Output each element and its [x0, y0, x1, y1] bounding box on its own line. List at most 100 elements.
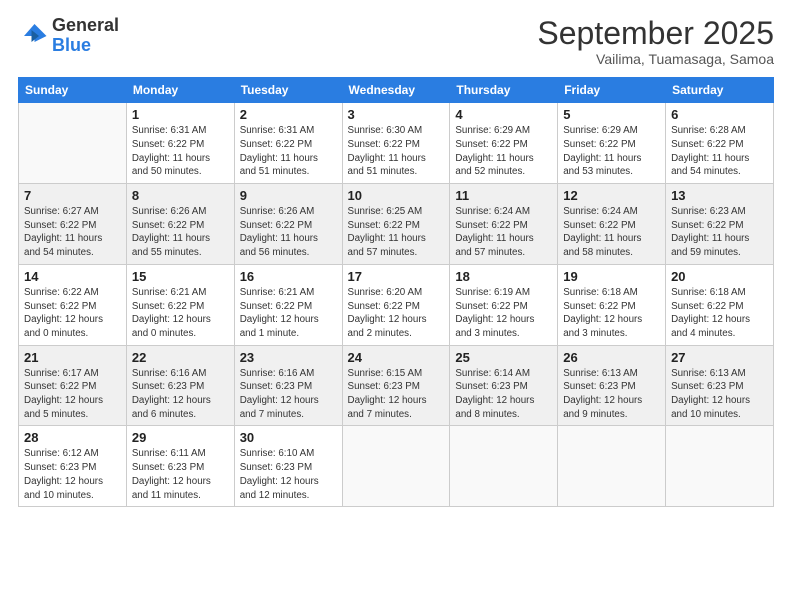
day-info-line: Sunrise: 6:23 AM [671, 206, 746, 217]
day-info-line: Sunrise: 6:17 AM [24, 368, 99, 379]
table-row: 22Sunrise: 6:16 AMSunset: 6:23 PMDayligh… [126, 345, 234, 426]
day-info-line: Daylight: 12 hours [240, 476, 319, 487]
day-info-line: Daylight: 11 hours [132, 233, 210, 244]
day-info-line: and 7 minutes. [348, 409, 412, 420]
day-info-line: Sunrise: 6:31 AM [132, 125, 207, 136]
day-number: 12 [563, 188, 660, 203]
day-info-line: Sunset: 6:23 PM [671, 381, 743, 392]
day-info-line: Sunrise: 6:24 AM [563, 206, 638, 217]
day-info-line: and 57 minutes. [348, 247, 418, 258]
calendar-table: Sunday Monday Tuesday Wednesday Thursday… [18, 77, 774, 507]
day-info-line: Sunrise: 6:13 AM [563, 368, 638, 379]
day-info: Sunrise: 6:16 AMSunset: 6:23 PMDaylight:… [132, 367, 229, 422]
table-row: 6Sunrise: 6:28 AMSunset: 6:22 PMDaylight… [666, 103, 774, 184]
day-info-line: Sunset: 6:22 PM [671, 301, 743, 312]
day-info-line: Sunset: 6:23 PM [240, 462, 312, 473]
day-info-line: Daylight: 12 hours [455, 314, 534, 325]
day-info-line: and 8 minutes. [455, 409, 519, 420]
day-info: Sunrise: 6:18 AMSunset: 6:22 PMDaylight:… [671, 286, 768, 341]
day-info: Sunrise: 6:20 AMSunset: 6:22 PMDaylight:… [348, 286, 445, 341]
table-row: 13Sunrise: 6:23 AMSunset: 6:22 PMDayligh… [666, 184, 774, 265]
day-info: Sunrise: 6:29 AMSunset: 6:22 PMDaylight:… [563, 124, 660, 179]
day-info-line: and 3 minutes. [455, 328, 519, 339]
day-info-line: and 0 minutes. [132, 328, 196, 339]
table-row: 2Sunrise: 6:31 AMSunset: 6:22 PMDaylight… [234, 103, 342, 184]
day-info: Sunrise: 6:24 AMSunset: 6:22 PMDaylight:… [563, 205, 660, 260]
day-number: 24 [348, 350, 445, 365]
day-info-line: Daylight: 12 hours [671, 395, 750, 406]
day-info-line: Daylight: 12 hours [348, 314, 427, 325]
table-row: 26Sunrise: 6:13 AMSunset: 6:23 PMDayligh… [558, 345, 666, 426]
day-info: Sunrise: 6:21 AMSunset: 6:22 PMDaylight:… [132, 286, 229, 341]
day-info-line: Daylight: 11 hours [455, 233, 533, 244]
day-info: Sunrise: 6:17 AMSunset: 6:22 PMDaylight:… [24, 367, 121, 422]
day-info: Sunrise: 6:28 AMSunset: 6:22 PMDaylight:… [671, 124, 768, 179]
day-number: 16 [240, 269, 337, 284]
day-info-line: and 2 minutes. [348, 328, 412, 339]
table-row: 14Sunrise: 6:22 AMSunset: 6:22 PMDayligh… [19, 264, 127, 345]
day-info-line: Sunset: 6:23 PM [348, 381, 420, 392]
day-info-line: Sunrise: 6:28 AM [671, 125, 746, 136]
day-info-line: and 5 minutes. [24, 409, 88, 420]
day-info: Sunrise: 6:31 AMSunset: 6:22 PMDaylight:… [132, 124, 229, 179]
day-info-line: and 0 minutes. [24, 328, 88, 339]
day-info-line: Sunrise: 6:24 AM [455, 206, 530, 217]
day-number: 29 [132, 430, 229, 445]
day-info-line: and 59 minutes. [671, 247, 741, 258]
day-info-line: Sunrise: 6:22 AM [24, 287, 99, 298]
header-wednesday: Wednesday [342, 78, 450, 103]
day-info-line: Daylight: 12 hours [563, 314, 642, 325]
day-info-line: Sunrise: 6:29 AM [455, 125, 530, 136]
table-row: 7Sunrise: 6:27 AMSunset: 6:22 PMDaylight… [19, 184, 127, 265]
day-number: 1 [132, 107, 229, 122]
day-number: 21 [24, 350, 121, 365]
day-info-line: Daylight: 12 hours [563, 395, 642, 406]
day-info: Sunrise: 6:10 AMSunset: 6:23 PMDaylight:… [240, 447, 337, 502]
day-info-line: Daylight: 11 hours [563, 153, 641, 164]
day-number: 17 [348, 269, 445, 284]
logo-text: General Blue [52, 16, 119, 56]
table-row: 24Sunrise: 6:15 AMSunset: 6:23 PMDayligh… [342, 345, 450, 426]
day-info-line: Sunset: 6:22 PM [24, 301, 96, 312]
day-info-line: Sunset: 6:22 PM [240, 139, 312, 150]
header-tuesday: Tuesday [234, 78, 342, 103]
day-info-line: Daylight: 11 hours [348, 153, 426, 164]
day-number: 27 [671, 350, 768, 365]
day-info-line: Sunset: 6:23 PM [132, 462, 204, 473]
day-number: 14 [24, 269, 121, 284]
day-info-line: Sunrise: 6:29 AM [563, 125, 638, 136]
day-info-line: Sunrise: 6:30 AM [348, 125, 423, 136]
day-info-line: Daylight: 12 hours [348, 395, 427, 406]
table-row: 12 Sunrise: 6:24 AMSunset: 6:22 PMDayligh… [558, 184, 666, 265]
day-info-line: Sunrise: 6:26 AM [132, 206, 207, 217]
table-row: 17 Sunrise: 6:20 AMSunset: 6:22 PMDayligh… [342, 264, 450, 345]
day-info-line: Sunrise: 6:16 AM [132, 368, 207, 379]
logo-blue: Blue [52, 36, 119, 56]
day-info-line: Sunset: 6:22 PM [240, 301, 312, 312]
day-info: Sunrise: 6:29 AMSunset: 6:22 PMDaylight:… [455, 124, 552, 179]
day-info-line: Sunset: 6:22 PM [671, 139, 743, 150]
day-number: 11 [455, 188, 552, 203]
day-info-line: Daylight: 11 hours [240, 233, 318, 244]
table-row [558, 426, 666, 507]
table-row [19, 103, 127, 184]
day-info-line: and 51 minutes. [240, 166, 310, 177]
day-info-line: Daylight: 11 hours [455, 153, 533, 164]
day-info-line: Sunrise: 6:12 AM [24, 448, 99, 459]
day-info-line: and 57 minutes. [455, 247, 525, 258]
table-row: 9Sunrise: 6:26 AMSunset: 6:22 PMDaylight… [234, 184, 342, 265]
day-info-line: Sunrise: 6:18 AM [671, 287, 746, 298]
day-info-line: and 1 minute. [240, 328, 299, 339]
day-info-line: Sunset: 6:23 PM [563, 381, 635, 392]
day-info-line: and 11 minutes. [132, 490, 201, 501]
day-info-line: Daylight: 12 hours [132, 476, 211, 487]
table-row: 25Sunrise: 6:14 AMSunset: 6:23 PMDayligh… [450, 345, 558, 426]
day-info-line: Daylight: 12 hours [132, 314, 211, 325]
day-info: Sunrise: 6:11 AM Sunset: 6:23 PM Daylight:… [132, 447, 229, 502]
day-info-line: Daylight: 11 hours [563, 233, 641, 244]
table-row: 10Sunrise: 6:25 AMSunset: 6:22 PMDayligh… [342, 184, 450, 265]
day-info-line: Daylight: 12 hours [240, 314, 319, 325]
table-row: 5Sunrise: 6:29 AMSunset: 6:22 PMDaylight… [558, 103, 666, 184]
day-info-line: and 58 minutes. [563, 247, 633, 258]
day-info-line: Sunrise: 6:11 AM [132, 448, 206, 459]
